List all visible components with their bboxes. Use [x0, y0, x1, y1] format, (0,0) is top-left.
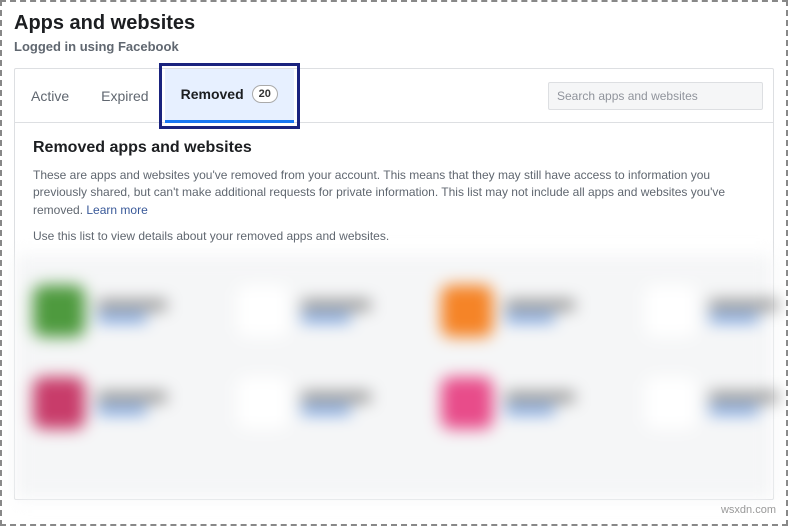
app-item[interactable] — [441, 377, 575, 429]
app-icon — [237, 377, 289, 429]
app-item[interactable] — [33, 285, 167, 337]
search-wrap — [548, 82, 773, 110]
app-item[interactable] — [33, 377, 167, 429]
app-item[interactable] — [237, 377, 371, 429]
search-input[interactable] — [548, 82, 763, 110]
app-icon — [33, 285, 85, 337]
apps-row-2 — [33, 377, 755, 429]
apps-grid — [15, 255, 773, 499]
app-item[interactable] — [441, 285, 575, 337]
apps-row-1 — [33, 285, 755, 337]
tab-removed[interactable]: Removed 20 — [165, 69, 294, 123]
section-title: Removed apps and websites — [33, 139, 755, 157]
learn-more-link[interactable]: Learn more — [86, 203, 147, 217]
app-icon — [441, 285, 493, 337]
watermark: wsxdn.com — [721, 504, 776, 516]
tab-bar: Active Expired Removed 20 — [15, 69, 773, 123]
app-item[interactable] — [645, 377, 779, 429]
section-note: Use this list to view details about your… — [33, 229, 755, 243]
app-item[interactable] — [237, 285, 371, 337]
apps-websites-page: Apps and websites Logged in using Facebo… — [0, 0, 788, 526]
tab-expired[interactable]: Expired — [85, 69, 164, 123]
app-icon — [645, 377, 697, 429]
tab-removed-label: Removed — [181, 86, 244, 102]
app-icon — [645, 285, 697, 337]
app-icon — [441, 377, 493, 429]
app-icon — [33, 377, 85, 429]
card: Active Expired Removed 20 Removed apps a… — [14, 68, 774, 500]
page-subtitle: Logged in using Facebook — [14, 39, 774, 54]
app-icon — [237, 285, 289, 337]
app-item[interactable] — [645, 285, 779, 337]
page-title: Apps and websites — [14, 12, 774, 35]
section: Removed apps and websites These are apps… — [15, 123, 773, 255]
removed-count-badge: 20 — [252, 85, 278, 103]
section-description: These are apps and websites you've remov… — [33, 167, 755, 219]
tab-active[interactable]: Active — [15, 69, 85, 123]
